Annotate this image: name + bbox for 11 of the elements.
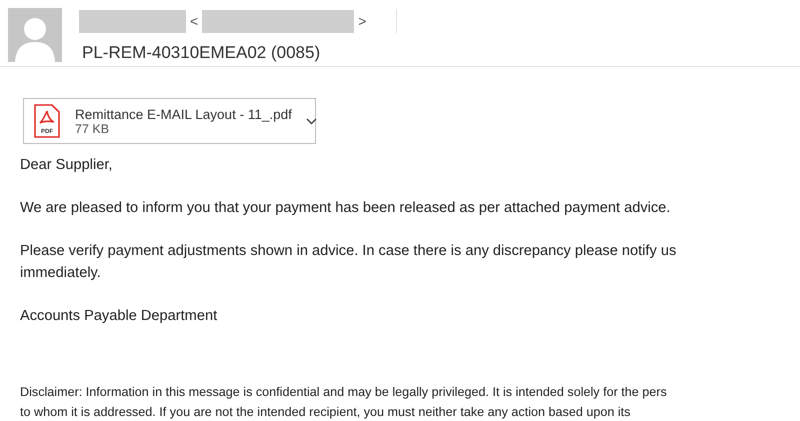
body-paragraph: We are pleased to inform you that your payment has been released as per attached payment advice. [20,199,672,218]
sender-bracket: < [190,13,198,29]
body-paragraph: Please verify payment adjustments shown in advice. In case there is any discrepancy please notify us immediately. [20,242,678,283]
attachment-name: Remittance E-MAIL Layout - 11_.pdf [75,106,292,122]
disclaimer-text: Disclaimer: Information in this message is confidential and may be legally privileged. It is intended solely for the pers [20,384,667,401]
body-paragraph: Dear Supplier, [20,156,114,175]
email-subject: PL-REM-40310EMEA02 (0085) [81,43,322,63]
sender-bracket: > [358,13,366,29]
disclaimer-text: to whom it is addressed. If you are not the intended recipient, you must neither take any action based upon its [20,404,632,421]
attachment-size: 77 KB [75,122,110,136]
body-paragraph: Accounts Payable Department [20,307,218,326]
